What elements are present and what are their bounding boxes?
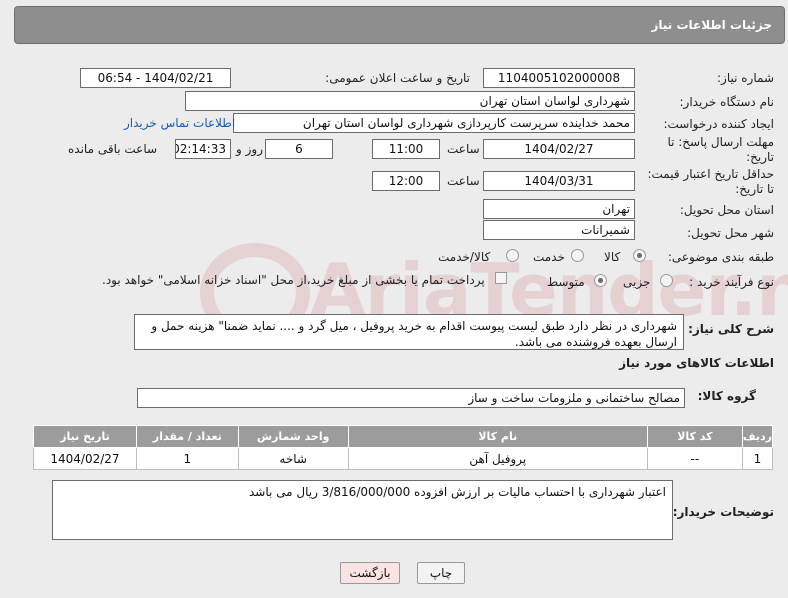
buyer-notes-textarea: اعتبار شهرداری با احتساب مالیات بر ارزش … — [52, 480, 673, 540]
cell-row-number: 1 — [741, 447, 774, 470]
column-unit: واحد شمارش — [237, 425, 349, 448]
price-validity-label: حداقل تاریخ اعتبار قیمت: — [647, 167, 774, 181]
description-textarea: شهرداری در نظر دارد طبق لیست پیوست اقدام… — [134, 314, 684, 350]
print-button[interactable]: چاپ — [417, 562, 465, 584]
column-goods-code: کد کالا — [646, 425, 743, 448]
treasury-payment-checkbox[interactable] — [495, 272, 507, 284]
price-validity-date-field: 1404/03/31 — [483, 171, 635, 191]
category-both-label: کالا/خدمت — [438, 250, 491, 264]
goods-group-label: گروه کالا: — [697, 389, 756, 403]
category-both-radio[interactable] — [506, 249, 519, 262]
reply-time-label: ساعت — [447, 142, 480, 156]
column-row-number: ردیف — [741, 425, 774, 448]
buyer-contact-link[interactable]: اطلاعات تماس خریدار — [124, 116, 235, 130]
creator-field: محمد خداینده سرپرست کارپردازی شهرداری لو… — [233, 113, 635, 133]
column-quantity: تعداد / مقدار — [135, 425, 239, 448]
city-label: شهر محل تحویل: — [687, 226, 774, 240]
cell-goods-name: پروفیل آهن — [347, 447, 648, 470]
cell-need-date: 1404/02/27 — [33, 447, 137, 470]
goods-table: ردیف کد کالا نام کالا واحد شمارش تعداد /… — [33, 425, 774, 470]
process-minor-radio[interactable] — [660, 274, 673, 287]
description-label: شرح کلی نیاز: — [688, 322, 774, 336]
province-field: تهران — [483, 199, 635, 219]
process-medium-radio[interactable] — [594, 274, 607, 287]
city-field: شمیرانات — [483, 220, 635, 240]
page-title: جزئیات اطلاعات نیاز — [651, 18, 772, 32]
category-label: طبقه بندی موضوعی: — [667, 250, 774, 264]
need-number-field: 1104005102000008 — [483, 68, 635, 88]
category-goods-radio[interactable] — [633, 249, 646, 262]
back-button[interactable]: بازگشت — [340, 562, 400, 584]
announce-date-field: 1404/02/21 - 06:54 — [80, 68, 231, 88]
category-service-radio[interactable] — [571, 249, 584, 262]
cell-quantity: 1 — [135, 447, 239, 470]
process-medium-label: متوسط — [547, 275, 585, 289]
process-minor-label: جزیی — [623, 275, 651, 289]
reply-deadline-label: مهلت ارسال پاسخ: تا — [667, 135, 774, 149]
province-label: استان محل تحویل: — [679, 203, 774, 217]
remaining-days-field: 6 — [265, 139, 333, 159]
buyer-org-field: شهرداری لواسان استان تهران — [185, 91, 635, 111]
category-service-label: خدمت — [533, 250, 565, 264]
price-validity-time-label: ساعت — [447, 174, 480, 188]
table-row: 1 -- پروفیل آهن شاخه 1 1404/02/27 — [33, 447, 774, 470]
price-validity-label-2: تا تاریخ: — [735, 182, 774, 196]
treasury-payment-note: پرداخت تمام یا بخشی از مبلغ خرید،از محل … — [102, 273, 485, 287]
goods-table-header: ردیف کد کالا نام کالا واحد شمارش تعداد /… — [33, 425, 774, 448]
reply-deadline-label-2: تاریخ: — [746, 150, 774, 164]
days-label: روز و — [236, 142, 263, 156]
process-label: نوع فرآیند خرید : — [689, 275, 774, 289]
announce-date-label: تاریخ و ساعت اعلان عمومی: — [325, 71, 470, 85]
goods-group-field: مصالح ساختمانی و ملزومات ساخت و ساز — [137, 388, 685, 408]
reply-date-field: 1404/02/27 — [483, 139, 635, 159]
goods-section-title: اطلاعات کالاهای مورد نیاز — [619, 356, 774, 370]
need-number-label: شماره نیاز: — [717, 71, 774, 85]
column-goods-name: نام کالا — [347, 425, 648, 448]
category-goods-label: کالا — [604, 250, 621, 264]
buyer-org-label: نام دستگاه خریدار: — [679, 95, 775, 109]
price-validity-time-field: 12:00 — [372, 171, 440, 191]
creator-label: ایجاد کننده درخواست: — [663, 117, 774, 131]
cell-goods-code: -- — [646, 447, 743, 470]
page-header: جزئیات اطلاعات نیاز — [14, 6, 785, 44]
buyer-notes-label: توضیحات خریدار: — [672, 505, 774, 519]
column-need-date: تاریخ نیاز — [33, 425, 137, 448]
cell-unit: شاخه — [237, 447, 349, 470]
reply-time-field: 11:00 — [372, 139, 440, 159]
remaining-time-field: 02:14:33 — [175, 139, 231, 159]
remaining-time-label: ساعت باقی مانده — [68, 142, 158, 156]
